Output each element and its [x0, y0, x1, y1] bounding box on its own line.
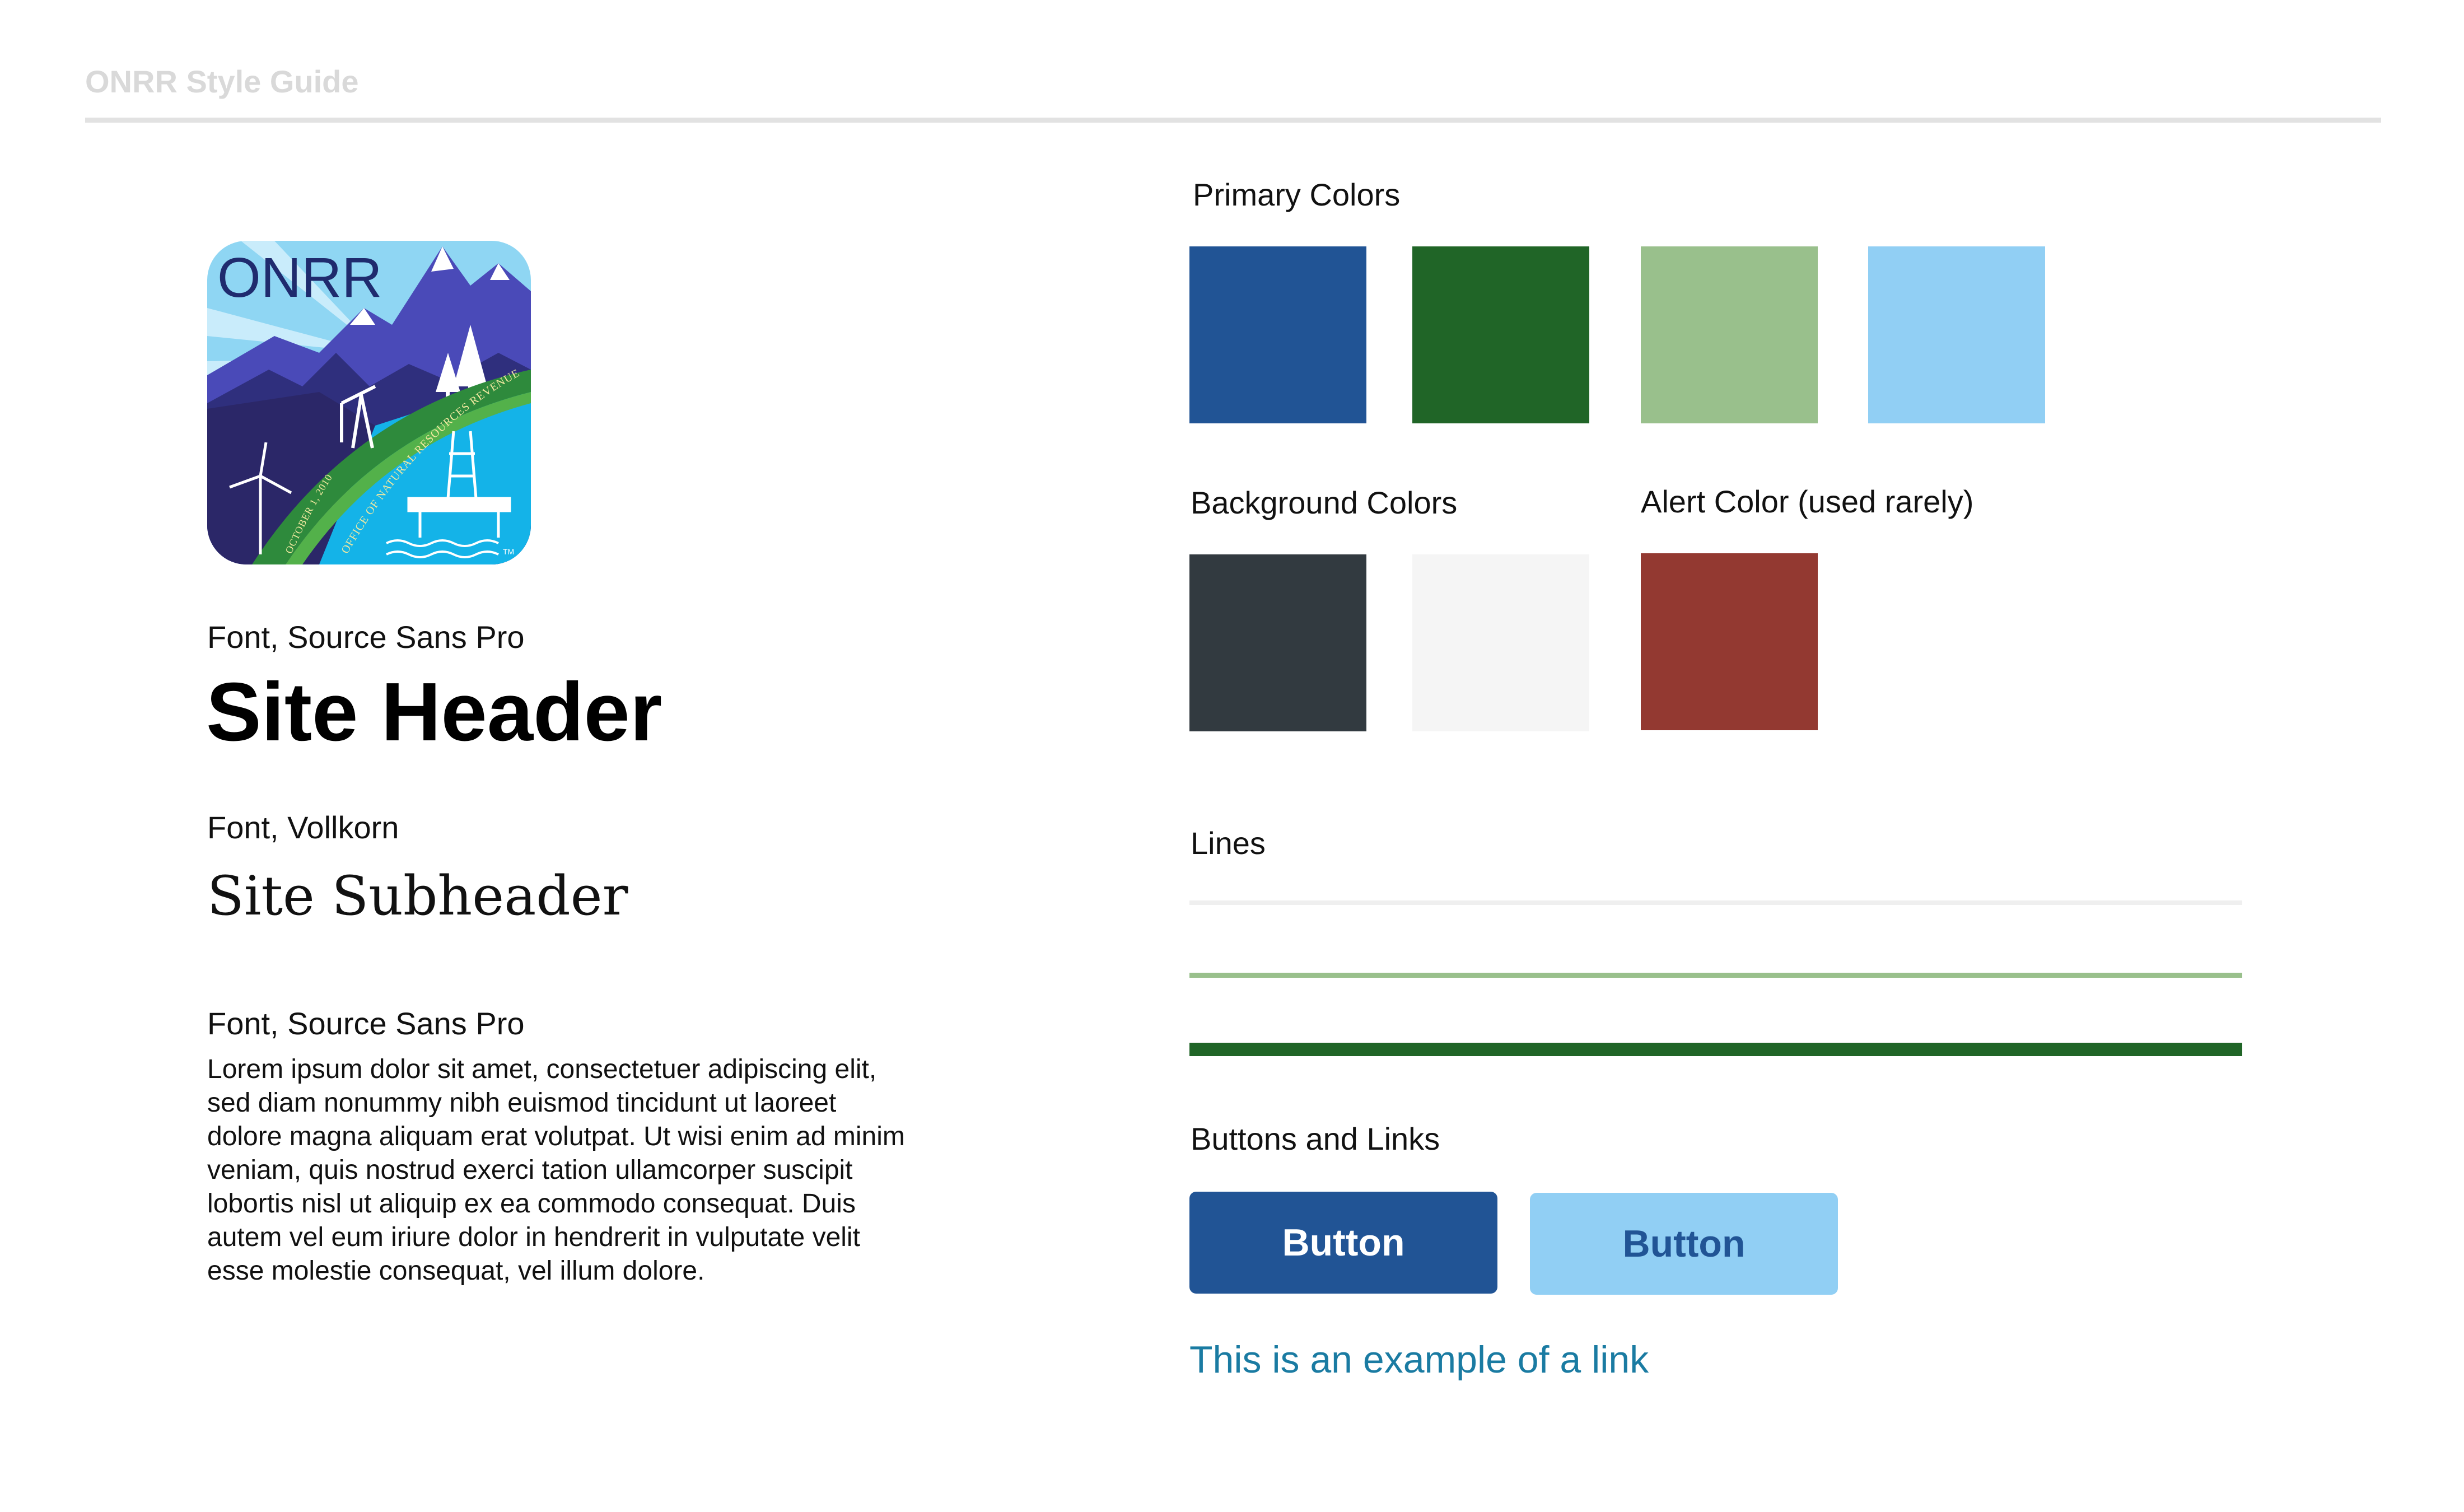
header-divider [85, 118, 2381, 123]
body-text-sample: Lorem ipsum dolor sit amet, consectetuer… [207, 1054, 905, 1286]
primary-swatch-green [1412, 246, 1589, 423]
secondary-button[interactable]: Button [1530, 1193, 1838, 1295]
lines-label: Lines [1191, 825, 1266, 861]
alert-swatch-red [1641, 553, 1818, 730]
header-font-label: Font, Source Sans Pro [207, 619, 525, 655]
logo-trademark: TM [503, 547, 514, 556]
primary-button[interactable]: Button [1189, 1192, 1497, 1294]
primary-swatch-light-blue [1868, 246, 2045, 423]
example-link[interactable]: This is an example of a link [1189, 1341, 1649, 1379]
alert-color-label: Alert Color (used rarely) [1641, 484, 1974, 519]
subheader-font-label: Font, Vollkorn [207, 810, 399, 845]
primary-swatch-blue [1189, 246, 1366, 423]
background-swatch-dark [1189, 554, 1366, 731]
onrr-logo: ONRR OFFICE OF NATURAL RESOURCES REVENUE… [207, 241, 531, 564]
background-swatch-light [1412, 554, 1589, 731]
primary-colors-label: Primary Colors [1193, 177, 1401, 212]
site-header-sample: Site Header [206, 666, 662, 758]
line-light-green [1189, 973, 2242, 978]
background-colors-label: Background Colors [1191, 485, 1458, 520]
body-font-label: Font, Source Sans Pro [207, 1006, 525, 1041]
primary-swatch-light-green [1641, 246, 1818, 423]
line-thick-green [1189, 1043, 2242, 1056]
site-subheader-sample: Site Subheader [207, 865, 628, 927]
line-thin-gray [1189, 900, 2242, 905]
page-title: ONRR Style Guide [85, 64, 359, 99]
logo-wordmark: ONRR [217, 246, 382, 309]
buttons-links-label: Buttons and Links [1191, 1121, 1440, 1156]
